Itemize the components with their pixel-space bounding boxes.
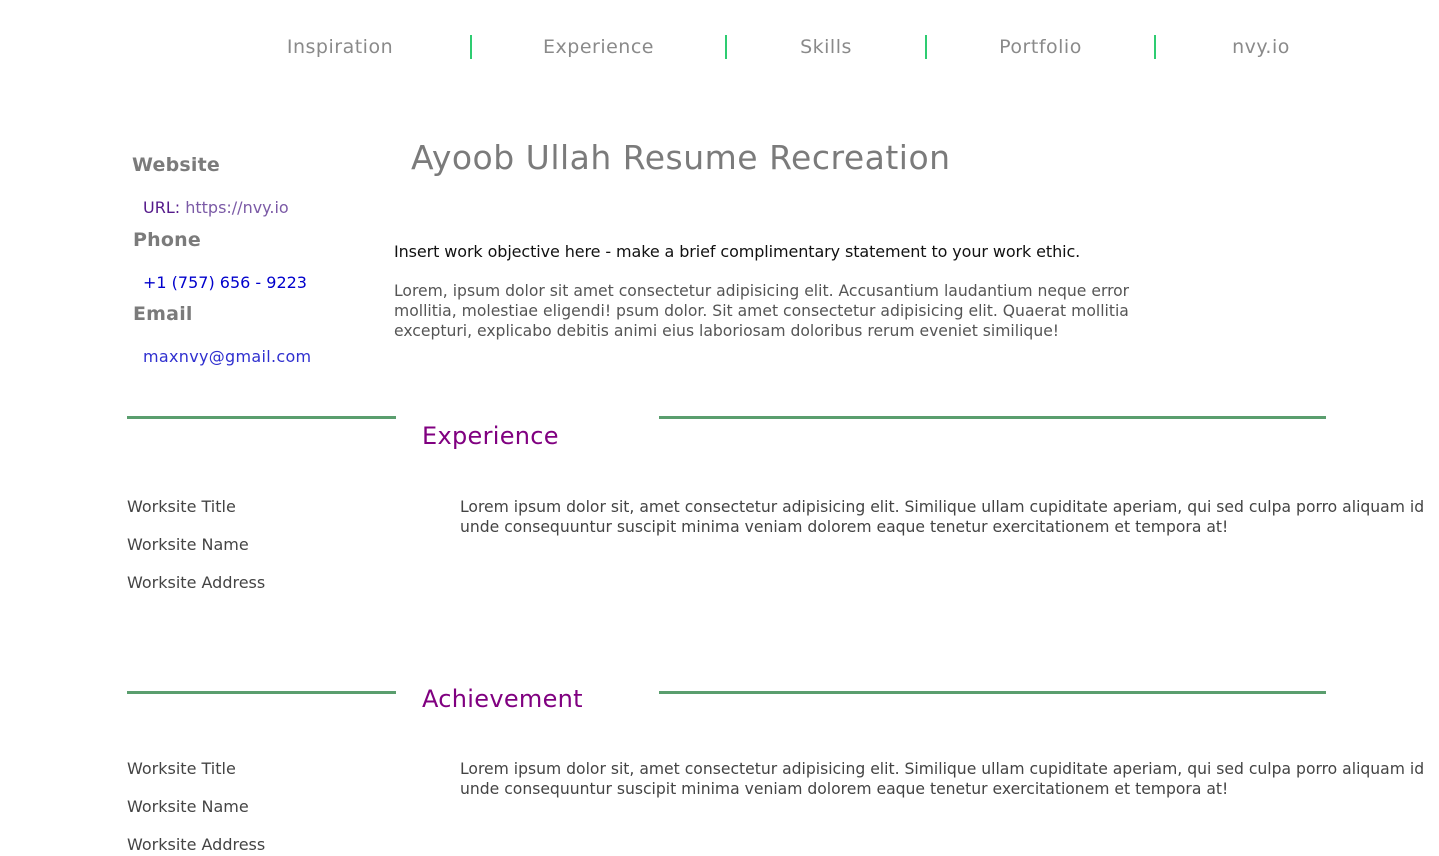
worksite-address: Worksite Address	[127, 835, 266, 854]
phone-heading: Phone	[133, 229, 201, 251]
worksite-name: Worksite Name	[127, 797, 249, 816]
intro-paragraph: Lorem, ipsum dolor sit amet consectetur …	[394, 282, 1130, 340]
section-divider-left	[127, 691, 396, 694]
worksite-name: Worksite Name	[127, 535, 249, 554]
worksite-title: Worksite Title	[127, 759, 236, 778]
email-heading: Email	[133, 303, 193, 325]
section-divider-right	[659, 416, 1326, 419]
page-title: Ayoob Ullah Resume Recreation	[411, 138, 951, 177]
nav-link-portfolio[interactable]: Portfolio	[927, 36, 1154, 58]
worksite-title: Worksite Title	[127, 497, 236, 516]
nav-link-inspiration[interactable]: Inspiration	[210, 36, 470, 58]
section-divider-right	[659, 691, 1326, 694]
experience-description: Lorem ipsum dolor sit, amet consectetur …	[460, 498, 1425, 536]
url-label: URL:	[143, 198, 186, 217]
website-heading: Website	[132, 154, 220, 176]
email-link[interactable]: maxnvy@gmail.com	[143, 347, 311, 366]
nav-link-nvy-io[interactable]: nvy.io	[1156, 36, 1366, 58]
section-divider-left	[127, 416, 396, 419]
section-title-experience: Experience	[422, 422, 559, 450]
achievement-description: Lorem ipsum dolor sit, amet consectetur …	[460, 760, 1425, 798]
nav-link-skills[interactable]: Skills	[727, 36, 925, 58]
section-title-achievement: Achievement	[422, 685, 583, 713]
website-link[interactable]: https://nvy.io	[185, 198, 288, 217]
resume-page: Inspiration Experience Skills Portfolio …	[0, 0, 1439, 856]
website-row: URL: https://nvy.io	[143, 198, 289, 217]
nav-link-experience[interactable]: Experience	[472, 36, 725, 58]
work-objective: Insert work objective here - make a brie…	[394, 242, 1081, 261]
worksite-address: Worksite Address	[127, 573, 266, 592]
top-nav: Inspiration Experience Skills Portfolio …	[210, 28, 1370, 66]
phone-link[interactable]: +1 (757) 656 - 9223	[143, 273, 307, 292]
